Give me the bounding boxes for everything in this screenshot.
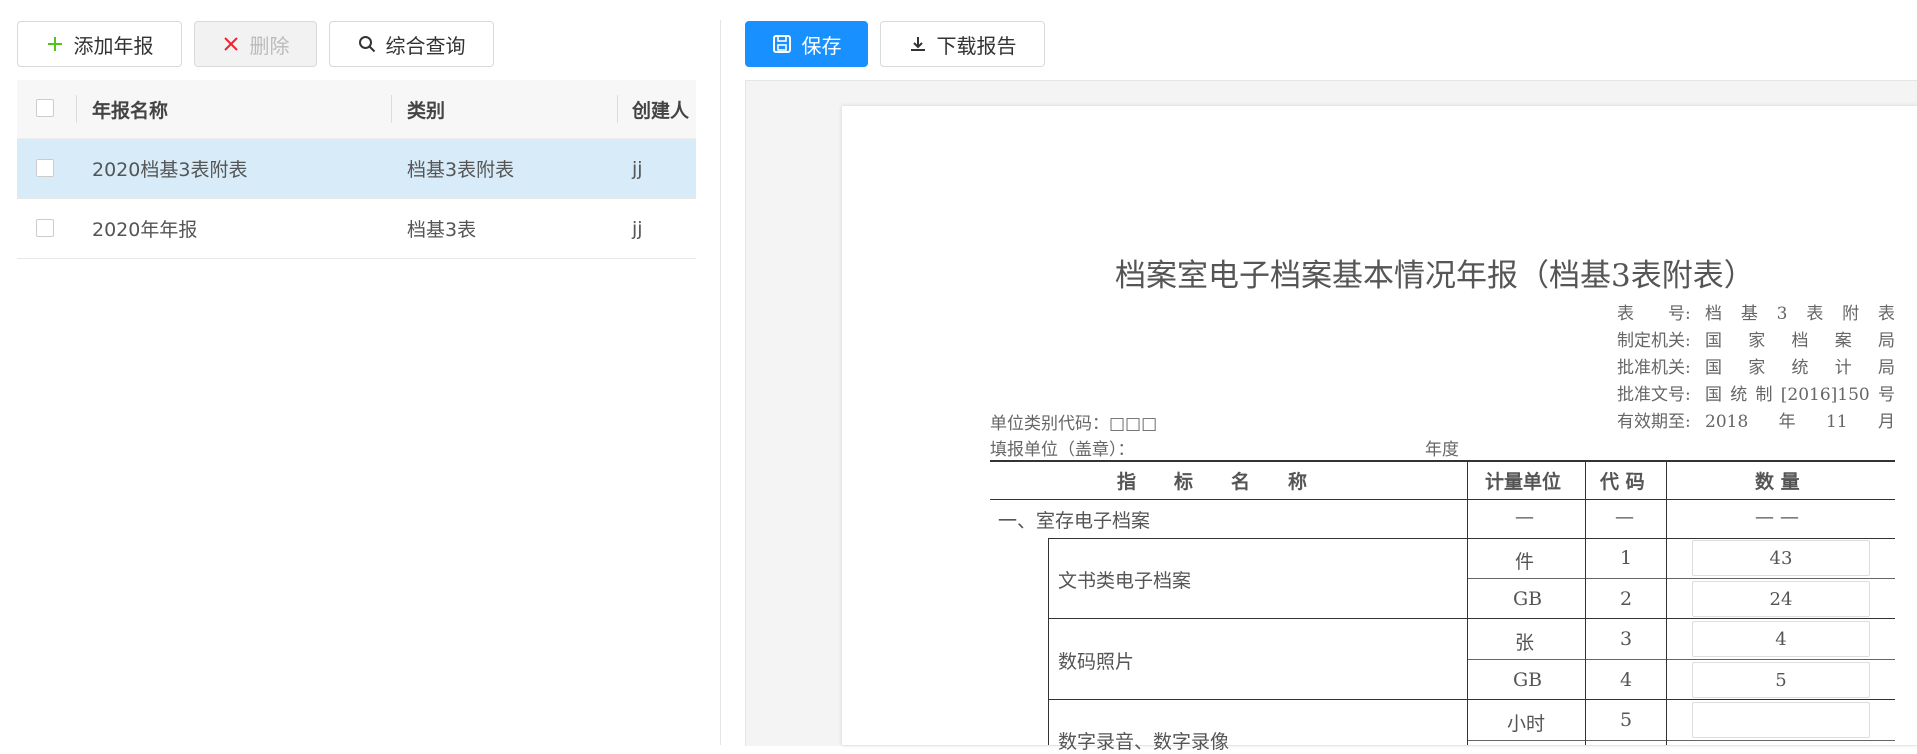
meta-approval-number: 批准文号: 国统制[2016]150号 bbox=[1617, 380, 1895, 405]
table-row[interactable]: 2020年年报 档基3表 jj bbox=[17, 199, 696, 259]
table-top-border bbox=[990, 460, 1895, 462]
meta-value: 国家统计局 bbox=[1705, 358, 1895, 378]
item-code: 5 bbox=[1620, 709, 1633, 731]
table-col-line bbox=[1467, 460, 1468, 745]
row-creator: jj bbox=[632, 157, 643, 180]
section-name: 一、室存电子档案 bbox=[998, 510, 1151, 532]
close-icon bbox=[222, 35, 240, 53]
select-all-checkbox[interactable] bbox=[36, 99, 54, 117]
row-name: 2020年年报 bbox=[92, 219, 198, 241]
item-unit: 件 bbox=[1515, 551, 1535, 573]
fill-unit-label: 填报单位（盖章）： bbox=[990, 440, 1135, 460]
quantity-input[interactable]: 5 bbox=[1692, 662, 1870, 698]
download-label: 下载报告 bbox=[936, 33, 1017, 58]
year-label: 年度 bbox=[1425, 440, 1459, 460]
item-code: 1 bbox=[1620, 547, 1633, 569]
column-header-creator[interactable]: 创建人 bbox=[632, 80, 689, 138]
item-unit: 小时 bbox=[1507, 713, 1546, 735]
meta-issuing-authority: 制定机关: 国家档案局 bbox=[1617, 326, 1895, 351]
column-separator bbox=[617, 95, 618, 123]
add-report-label: 添加年报 bbox=[73, 33, 154, 58]
row-checkbox[interactable] bbox=[36, 158, 54, 177]
grid-header: 年报名称 类别 创建人 bbox=[17, 80, 696, 139]
query-button[interactable]: 综合查询 bbox=[329, 21, 494, 67]
meta-valid-until: 有效期至: 2018 年 11 月 bbox=[1617, 407, 1895, 432]
download-icon bbox=[909, 35, 927, 53]
table-row-border bbox=[1048, 618, 1895, 619]
section-unit: — bbox=[1515, 506, 1534, 528]
quantity-input[interactable] bbox=[1692, 702, 1870, 738]
header-unit: 计量单位 bbox=[1485, 471, 1562, 493]
table-row[interactable]: 2020档基3表附表 档基3表附表 jj bbox=[17, 139, 696, 199]
item-unit: GB bbox=[1513, 588, 1543, 610]
meta-key: 制定机关: bbox=[1617, 331, 1691, 351]
table-row-border bbox=[1048, 538, 1895, 539]
item-code: 4 bbox=[1620, 669, 1633, 691]
table-header-border bbox=[990, 499, 1895, 500]
meta-value: 国统制[2016]150号 bbox=[1705, 385, 1895, 405]
row-creator: jj bbox=[632, 217, 643, 240]
section-code: — bbox=[1615, 506, 1634, 528]
row-checkbox[interactable] bbox=[36, 218, 54, 237]
column-separator bbox=[391, 95, 392, 123]
row-name: 2020档基3表附表 bbox=[92, 159, 248, 181]
item-unit: GB bbox=[1513, 669, 1543, 691]
section-quantity: — — bbox=[1755, 506, 1800, 528]
item-name: 数码照片 bbox=[1058, 651, 1135, 673]
pane-divider[interactable] bbox=[720, 20, 721, 745]
quantity-input[interactable]: 4 bbox=[1692, 621, 1870, 657]
report-grid: 年报名称 类别 创建人 2020档基3表附表 档基3表附表 jj 2020年年报… bbox=[17, 80, 696, 259]
save-button[interactable]: 保存 bbox=[745, 21, 868, 67]
item-code: 2 bbox=[1620, 588, 1633, 610]
query-label: 综合查询 bbox=[385, 33, 466, 58]
table-row-border bbox=[1467, 740, 1895, 741]
column-header-category[interactable]: 类别 bbox=[407, 80, 445, 138]
meta-value: 国家档案局 bbox=[1705, 331, 1895, 351]
save-icon bbox=[772, 34, 792, 54]
quantity-input[interactable]: 24 bbox=[1692, 581, 1870, 617]
item-name: 文书类电子档案 bbox=[1058, 570, 1192, 592]
table-row-border bbox=[1467, 659, 1895, 660]
item-unit: 张 bbox=[1515, 632, 1535, 654]
plus-icon bbox=[46, 35, 64, 53]
meta-form-number: 表 号: 档基3表附表 bbox=[1617, 299, 1895, 324]
meta-approving-authority: 批准机关: 国家统计局 bbox=[1617, 353, 1895, 378]
meta-key: 有效期至: bbox=[1617, 412, 1691, 432]
meta-value: 档基3表附表 bbox=[1705, 304, 1895, 324]
table-row-border bbox=[1048, 699, 1895, 700]
quantity-input[interactable]: 43 bbox=[1692, 540, 1870, 576]
download-report-button[interactable]: 下载报告 bbox=[880, 21, 1045, 67]
header-indicator-name: 指 标 名 称 bbox=[1117, 471, 1308, 493]
meta-value: 2018 年 11 月 bbox=[1705, 412, 1895, 432]
table-indent-line bbox=[1048, 538, 1049, 745]
column-header-name[interactable]: 年报名称 bbox=[92, 80, 168, 138]
meta-key: 批准文号: bbox=[1617, 385, 1691, 405]
save-label: 保存 bbox=[801, 33, 842, 58]
table-col-line bbox=[1585, 460, 1586, 745]
row-category: 档基3表附表 bbox=[407, 159, 515, 181]
search-icon bbox=[358, 35, 376, 53]
item-code: 3 bbox=[1620, 628, 1633, 650]
delete-label: 删除 bbox=[249, 33, 290, 58]
header-code: 代 码 bbox=[1600, 471, 1645, 493]
header-quantity: 数 量 bbox=[1755, 471, 1800, 493]
delete-button[interactable]: 删除 bbox=[194, 21, 317, 67]
unit-category-code: 单位类别代码：□□□ bbox=[990, 414, 1158, 434]
table-row-border bbox=[1467, 578, 1895, 579]
row-category: 档基3表 bbox=[407, 219, 477, 241]
column-separator bbox=[76, 95, 77, 123]
table-col-line bbox=[1666, 460, 1667, 745]
report-title: 档案室电子档案基本情况年报（档基3表附表） bbox=[1115, 258, 1755, 294]
item-name: 数字录音、数字录像 bbox=[1058, 731, 1230, 753]
meta-key: 批准机关: bbox=[1617, 358, 1691, 378]
add-report-button[interactable]: 添加年报 bbox=[17, 21, 182, 67]
meta-key: 表 号: bbox=[1617, 304, 1691, 324]
